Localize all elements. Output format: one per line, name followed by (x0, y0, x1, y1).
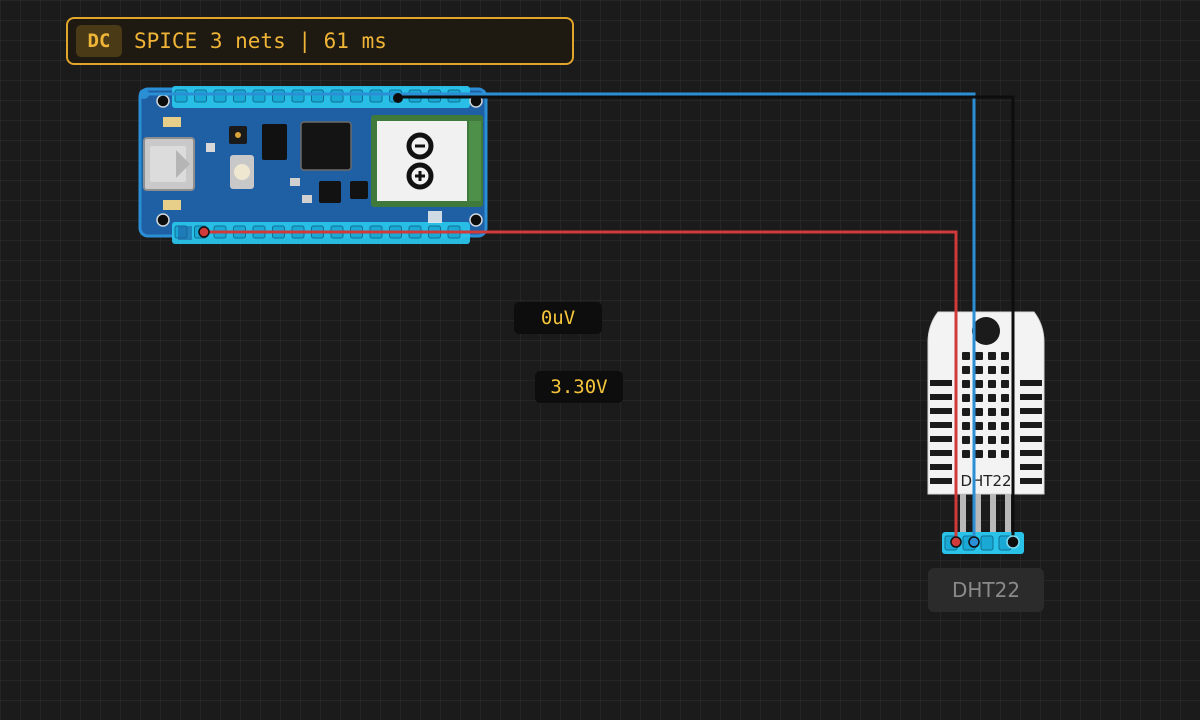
header-pin[interactable] (252, 89, 266, 103)
ic-chip (319, 181, 341, 203)
voltage-probe-readout[interactable]: 3.30V (535, 371, 623, 403)
mount-hole (972, 317, 1000, 345)
header-pin[interactable] (233, 89, 246, 103)
header-pin[interactable] (291, 89, 305, 103)
mount-hole (156, 94, 170, 108)
header-pin[interactable] (174, 89, 188, 103)
ic-chip (350, 181, 368, 199)
voltage-probe-readout[interactable]: 0uV (514, 302, 602, 334)
header-pin[interactable] (369, 89, 383, 103)
dht22-sensor[interactable]: DHT22 (927, 311, 1045, 554)
arduino-board[interactable] (138, 86, 488, 244)
wireless-module (371, 115, 483, 207)
circuit-diagram[interactable]: DHT22 (0, 0, 1200, 720)
ic-chip (262, 124, 287, 160)
header-pin[interactable] (350, 89, 363, 103)
simulation-status-banner: DC SPICE 3 nets | 61 ms (66, 17, 574, 65)
smd-component (163, 117, 181, 127)
header-pin[interactable] (272, 89, 285, 103)
usb-connector (143, 137, 195, 191)
smd-component (206, 143, 215, 152)
component-name-label[interactable]: DHT22 (928, 568, 1044, 612)
mount-hole (469, 213, 483, 227)
sensor-body-label: DHT22 (960, 472, 1011, 490)
mcu-chip (300, 121, 352, 171)
mount-hole (156, 213, 170, 227)
header-pin[interactable] (194, 89, 207, 103)
smd-component (163, 200, 181, 210)
header-pin[interactable] (330, 89, 344, 103)
simulation-status-text: SPICE 3 nets | 61 ms (134, 29, 387, 53)
header-pin[interactable] (311, 89, 324, 103)
analysis-mode-badge[interactable]: DC (76, 25, 122, 57)
header-pin[interactable] (213, 89, 227, 103)
sensor-pin[interactable] (980, 535, 994, 551)
reset-button[interactable] (230, 155, 254, 189)
